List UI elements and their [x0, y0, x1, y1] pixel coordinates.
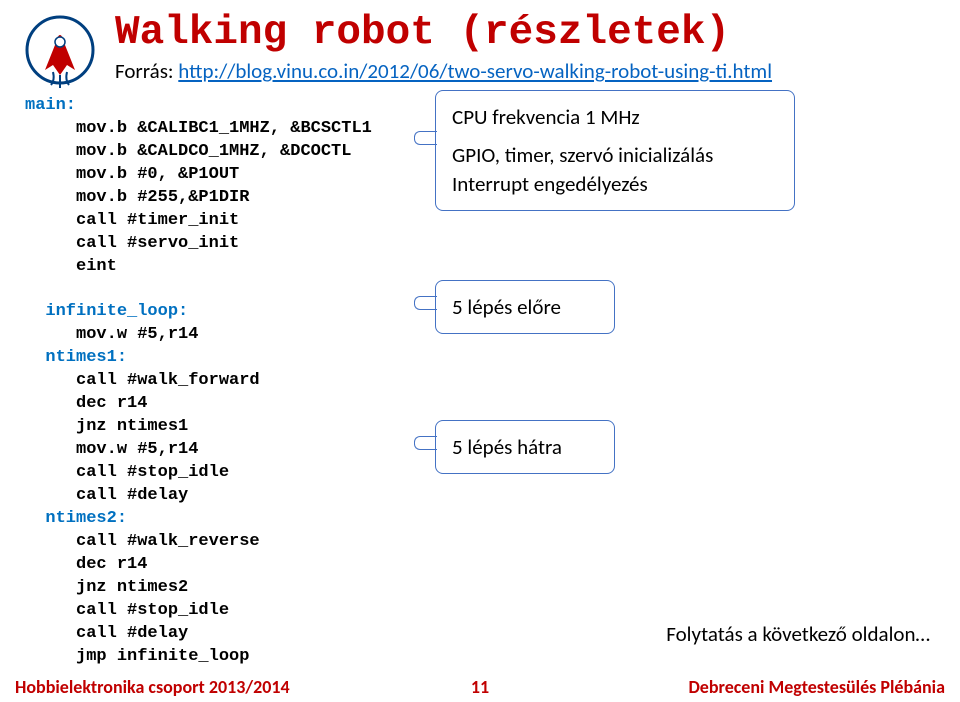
- page-number: 11: [471, 676, 489, 698]
- annotation-forward: 5 lépés előre: [435, 280, 615, 334]
- source-prefix: Forrás:: [115, 58, 178, 84]
- annotation-line: CPU frekvencia 1 MHz: [452, 103, 778, 131]
- code-block: main: mov.b &CALIBC1_1MHZ, &BCSCTL1 mov.…: [25, 95, 425, 668]
- annotation-line: 5 lépés előre: [452, 294, 561, 320]
- source-line: Forrás: http://blog.vinu.co.in/2012/06/t…: [115, 58, 935, 84]
- footer-right: Debreceni Megtestesülés Plébánia: [688, 676, 945, 698]
- footer-left: Hobbielektronika csoport 2013/2014: [15, 676, 290, 698]
- annotation-init: CPU frekvencia 1 MHz GPIO, timer, szervó…: [435, 90, 795, 211]
- slide-title: Walking robot (részletek): [115, 10, 935, 56]
- annotation-line: Interrupt engedélyezés: [452, 170, 778, 198]
- footer: Hobbielektronika csoport 2013/2014 11 De…: [0, 670, 960, 702]
- rocket-icon: [25, 10, 95, 90]
- source-link[interactable]: http://blog.vinu.co.in/2012/06/two-servo…: [178, 58, 772, 84]
- annotation-reverse: 5 lépés hátra: [435, 420, 615, 474]
- continuation-text: Folytatás a következő oldalon…: [666, 621, 930, 647]
- annotation-line: 5 lépés hátra: [452, 434, 562, 460]
- annotation-line: GPIO, timer, szervó inicializálás: [452, 141, 778, 169]
